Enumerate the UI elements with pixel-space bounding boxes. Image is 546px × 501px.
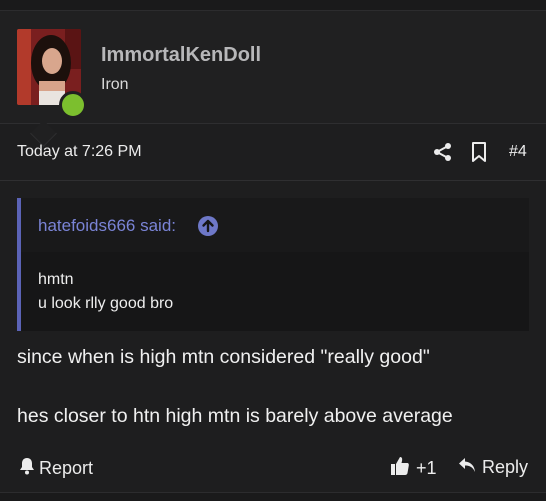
like-label: +1 — [416, 458, 437, 478]
arrow-up-circle-icon[interactable] — [198, 216, 218, 236]
reply-arrow-icon — [458, 457, 476, 478]
post-actions: Report +1 Reply — [0, 452, 546, 482]
post-header: ImmortalKenDoll Iron — [0, 11, 546, 147]
post-body-line: since when is high mtn considered "reall… — [17, 346, 430, 368]
quote-header: hatefoids666 said: — [21, 198, 529, 252]
online-status-indicator — [59, 91, 87, 119]
reply-button[interactable]: Reply — [458, 457, 528, 478]
quote-text-line: u look rlly good bro — [38, 295, 174, 312]
post-number-link[interactable]: #4 — [509, 143, 527, 161]
author-title: Iron — [101, 76, 129, 93]
report-label: Report — [39, 458, 94, 478]
author-name[interactable]: ImmortalKenDoll — [101, 44, 261, 67]
post-timestamp[interactable]: Today at 7:26 PM — [17, 143, 142, 161]
thumbs-up-icon — [390, 456, 410, 481]
share-icon[interactable] — [433, 142, 453, 162]
post-meta-bar: Today at 7:26 PM #4 — [0, 124, 546, 181]
like-button[interactable]: +1 — [390, 456, 437, 481]
post-body-line: hes closer to htn high mtn is barely abo… — [17, 405, 453, 427]
top-divider — [0, 0, 546, 11]
bookmark-icon[interactable] — [471, 142, 487, 162]
quote-text-line: hmtn — [38, 271, 74, 288]
quote-block: hatefoids666 said: hmtn u look rlly good… — [17, 198, 529, 331]
quote-author-link[interactable]: hatefoids666 said: — [38, 216, 176, 236]
reply-label: Reply — [482, 457, 529, 477]
bell-icon — [19, 457, 35, 480]
report-button[interactable]: Report — [19, 457, 93, 480]
